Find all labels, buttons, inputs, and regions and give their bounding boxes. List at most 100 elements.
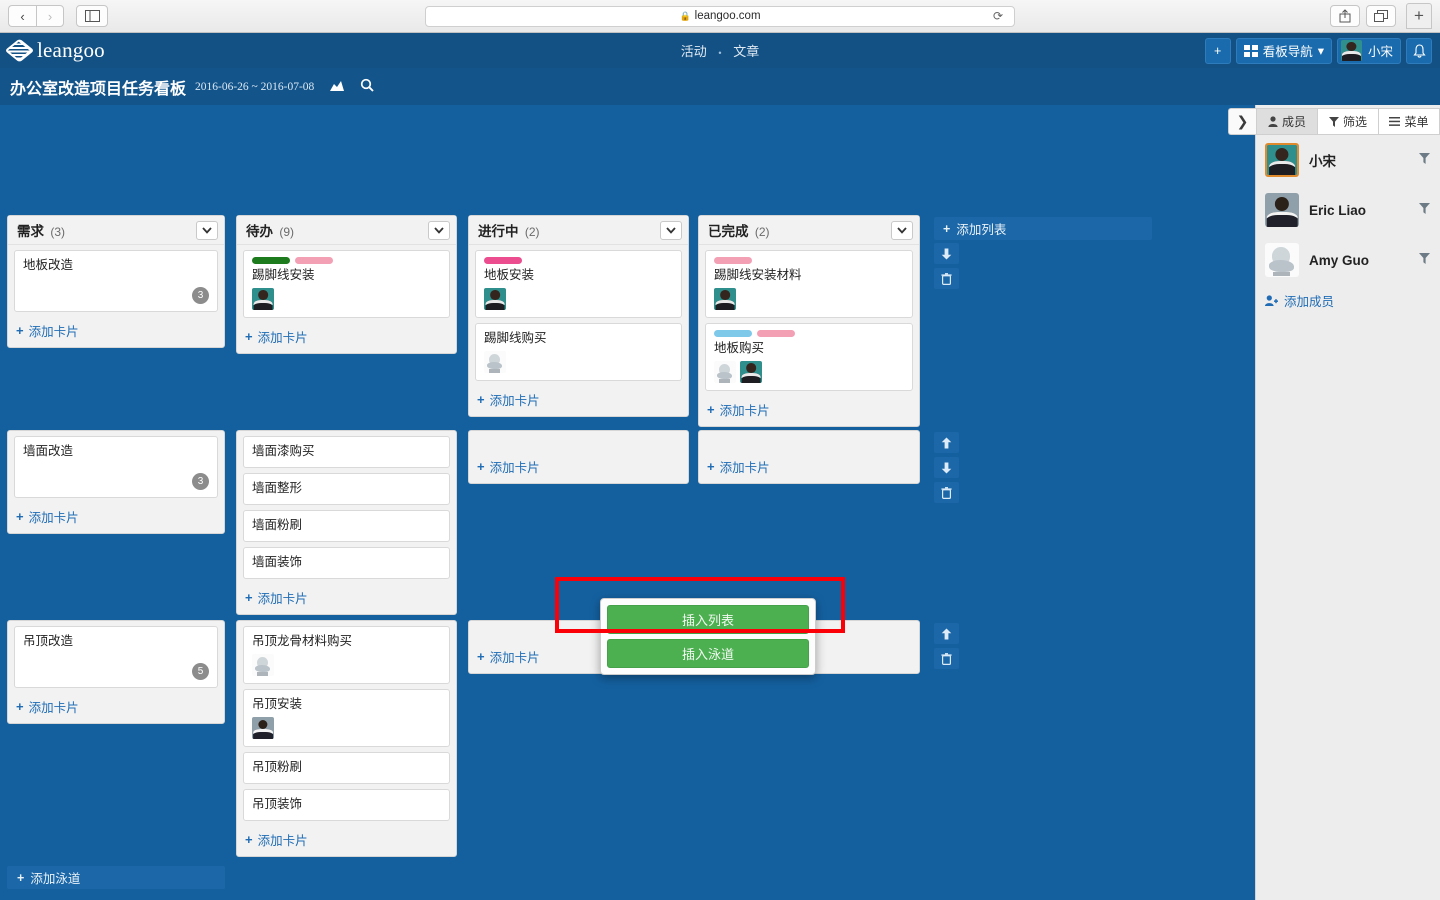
sidebar-toggle-button[interactable] [76,5,108,27]
card[interactable]: 地板安装 [475,250,682,318]
lane-move-down-button-1[interactable] [934,457,959,478]
back-button[interactable]: ‹ [8,5,36,27]
card-avatars [484,288,673,310]
plus-icon: + [16,509,24,524]
add-card-button[interactable]: + 添加卡片 [469,453,688,483]
board-nav-button[interactable]: 看板导航 ▾ [1235,37,1332,64]
avatar [484,351,506,373]
insert-lane-button[interactable]: 插入泳道 [607,639,809,668]
add-list-button[interactable]: + 添加列表 [934,217,1152,240]
add-button[interactable]: + [1204,37,1231,64]
add-card-button[interactable]: + 添加卡片 [8,503,224,533]
avatar [1265,143,1299,177]
list-header: 待办 (9) [237,216,456,245]
browser-right-controls: + [1330,3,1432,29]
card[interactable]: 吊顶安装 [243,689,450,747]
add-card-button[interactable]: + 添加卡片 [8,693,224,723]
brand-logo[interactable]: leangoo [4,37,105,63]
swimlane-title-card[interactable]: 地板改造 3 [14,250,218,312]
arrow-up-icon [941,437,952,448]
user-menu-button[interactable]: 小宋 [1336,37,1401,64]
card-labels [484,257,673,264]
member-filter-icon[interactable] [1419,253,1430,267]
plus-icon: + [707,402,715,417]
chart-icon[interactable] [329,79,345,95]
add-card-label: 添加卡片 [257,834,308,848]
add-swimlane-button[interactable]: + 添加泳道 [7,866,225,889]
card[interactable]: 吊顶粉刷 [243,752,450,784]
list-menu-button[interactable] [196,220,218,240]
lane-delete-button-1[interactable] [934,482,959,503]
list-title: 已完成 (2) [708,224,770,239]
swimlane-title-card[interactable]: 墙面改造 3 [14,436,218,498]
person-icon [1268,116,1278,127]
add-card-button[interactable]: + 添加卡片 [237,584,456,614]
avatar [252,288,274,310]
nav-link-articles[interactable]: 文章 [733,44,759,59]
swimlane-title-card[interactable]: 吊顶改造 5 [14,626,218,688]
lane-delete-button-0[interactable] [934,268,959,289]
card[interactable]: 踢脚线安装材料 [705,250,913,318]
lane-delete-button-2[interactable] [934,648,959,669]
card[interactable]: 踢脚线购买 [475,323,682,381]
collapse-panel-button[interactable]: ❯ [1228,108,1256,135]
add-member-button[interactable]: 添加成员 [1256,285,1440,310]
url-text: leangoo.com [694,10,761,22]
add-card-button[interactable]: + 添加卡片 [237,826,456,856]
address-bar[interactable]: 🔒 leangoo.com [425,5,1015,27]
add-card-button[interactable]: + 添加卡片 [469,386,688,416]
card-title: 墙面装饰 [252,555,303,569]
tab-members[interactable]: 成员 [1256,108,1317,135]
funnel-icon [1419,203,1430,214]
new-tab-button[interactable]: + [1406,3,1432,29]
lane-move-up-button-2[interactable] [934,623,959,644]
member-row[interactable]: 小宋 [1256,135,1440,185]
member-filter-icon[interactable] [1419,203,1430,217]
card[interactable]: 墙面整形 [243,473,450,505]
add-card-button[interactable]: + 添加卡片 [699,396,919,426]
lane-move-up-button-1[interactable] [934,432,959,453]
card[interactable]: 踢脚线安装 [243,250,450,318]
card[interactable]: 墙面漆购买 [243,436,450,468]
notifications-button[interactable] [1406,37,1432,64]
plus-icon: + [16,699,24,714]
funnel-icon [1419,153,1430,164]
card-labels [252,257,441,264]
add-card-label: 添加卡片 [489,394,540,408]
share-button[interactable] [1330,5,1360,27]
card-title: 墙面漆购买 [252,444,315,458]
lane-move-down-button-0[interactable] [934,243,959,264]
card[interactable]: 墙面装饰 [243,547,450,579]
add-card-button[interactable]: + 添加卡片 [237,323,456,353]
show-tabs-button[interactable] [1366,5,1396,27]
list-menu-button[interactable] [428,220,450,240]
tab-filter-label: 筛选 [1342,115,1367,129]
insert-list-button[interactable]: 插入列表 [607,605,809,634]
member-row[interactable]: Amy Guo [1256,235,1440,285]
cards-container: 吊顶改造 5 [8,621,224,688]
list-menu-button[interactable] [660,220,682,240]
forward-button[interactable]: › [36,5,64,27]
avatar [1265,193,1299,227]
nav-link-activity[interactable]: 活动 [681,44,707,59]
label-chip [714,330,752,337]
card[interactable]: 吊顶龙骨材料购买 [243,626,450,684]
reload-button[interactable]: ⟳ [993,9,1003,23]
member-row[interactable]: Eric Liao [1256,185,1440,235]
card[interactable]: 墙面粉刷 [243,510,450,542]
card[interactable]: 地板购买 [705,323,913,391]
tab-menu[interactable]: 菜单 [1378,108,1440,135]
list-title: 需求 (3) [17,224,65,239]
list-menu-button[interactable] [891,220,913,240]
add-swimlane-label: 添加泳道 [30,872,81,886]
search-icon[interactable] [360,78,374,95]
card[interactable]: 吊顶装饰 [243,789,450,821]
member-filter-icon[interactable] [1419,153,1430,167]
chevron-down-icon [666,226,676,234]
add-card-button[interactable]: + 添加卡片 [699,453,919,483]
tab-filter[interactable]: 筛选 [1317,108,1378,135]
add-card-button[interactable]: + 添加卡片 [8,317,224,347]
card-count-badge: 5 [192,663,209,680]
plus-icon: + [477,392,485,407]
plus-icon: + [1214,43,1222,58]
